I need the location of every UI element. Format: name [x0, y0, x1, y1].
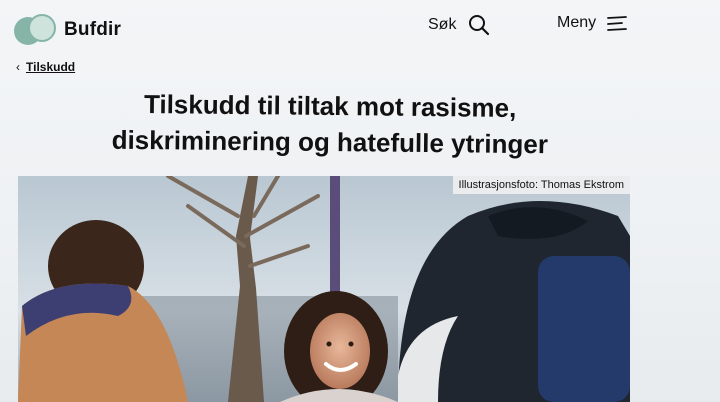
breadcrumb: ‹ Tilskudd [16, 60, 75, 74]
brand-name: Bufdir [64, 19, 122, 40]
hero-photo [18, 176, 630, 402]
logo-link[interactable]: Bufdir [14, 14, 121, 46]
bufdir-logo-icon [14, 14, 56, 46]
page-title: Tilskudd til tiltak mot rasisme, diskrim… [60, 85, 601, 163]
breadcrumb-link-tilskudd[interactable]: Tilskudd [26, 60, 75, 74]
page-title-line-1: Tilskudd til tiltak mot rasisme, [143, 89, 517, 123]
search-button[interactable]: Søk [428, 12, 490, 38]
menu-button[interactable]: Meny [557, 10, 628, 36]
chevron-left-icon: ‹ [16, 60, 20, 74]
page-title-line-2: diskriminering og hatefulle ytringer [111, 124, 549, 160]
site-header: Bufdir Søk Meny [0, 0, 720, 58]
page: Bufdir Søk Meny ‹ Tilskudd Tilskudd til … [0, 0, 720, 402]
image-credit: Illustrasjonsfoto: Thomas Ekstrom [452, 176, 630, 194]
hero-image: Illustrasjonsfoto: Thomas Ekstrom [18, 176, 630, 402]
menu-label: Meny [557, 14, 597, 31]
menu-icon [607, 16, 628, 31]
search-icon [469, 15, 490, 36]
search-label: Søk [428, 16, 457, 33]
